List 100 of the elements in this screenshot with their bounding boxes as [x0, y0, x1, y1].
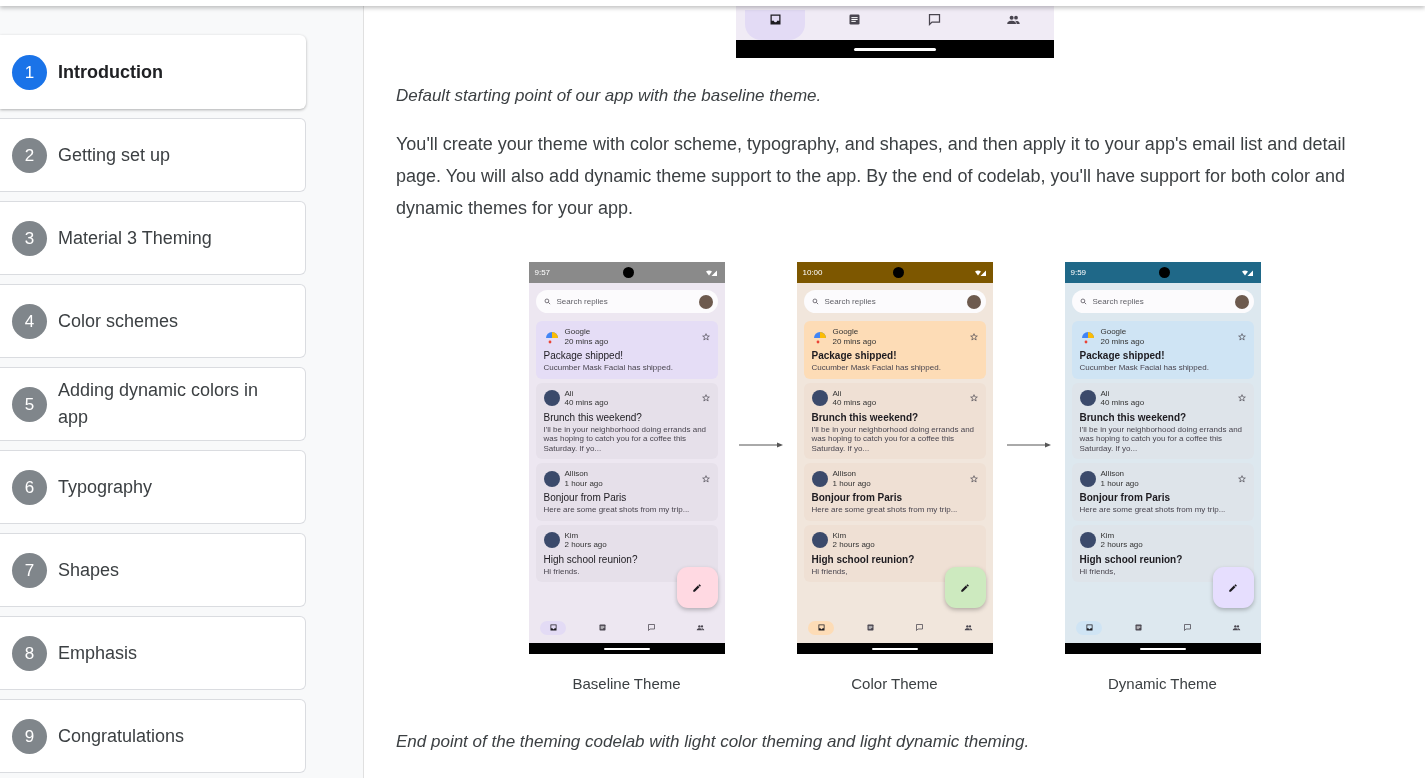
- email-subject: Package shipped!: [1079, 350, 1166, 361]
- step-label: Shapes: [58, 558, 120, 582]
- avatar: [1079, 532, 1096, 548]
- sender-name: Ali: [564, 388, 575, 398]
- star-icon[interactable]: [969, 332, 978, 341]
- step-label: Congratulations: [58, 724, 185, 748]
- email-time: 1 hour ago: [832, 478, 872, 488]
- email-card[interactable]: Ali 40 mins ago Brunch this weekend? I'll be in your neighborhood doing errands and was hoping to catch you for a coffee this Saturday. If yo...: [803, 382, 986, 459]
- chat-icon[interactable]: [926, 12, 942, 27]
- email-subject: Package shipped!: [811, 350, 898, 361]
- email-card[interactable]: Ali 40 mins ago Brunch this weekend? I'll be in your neighborhood doing errands and was hoping to catch you for a coffee this Saturday. If yo...: [1071, 382, 1254, 459]
- email-card[interactable]: Google 20 mins ago Package shipped! Cucumber Mask Facial has shipped.: [535, 321, 718, 379]
- email-card[interactable]: Ali 40 mins ago Brunch this weekend? I'll be in your neighborhood doing errands and was hoping to catch you for a coffee this Saturday. If yo...: [535, 382, 718, 459]
- nav-tab[interactable]: [745, 10, 806, 40]
- pencil-icon: [692, 582, 702, 593]
- star-icon[interactable]: [969, 394, 978, 402]
- sender-name: Ali: [1100, 388, 1111, 398]
- gesture-handle[interactable]: [603, 647, 650, 650]
- email-card[interactable]: Allison 1 hour ago Bonjour from Paris Here are some great shots from my trip...: [1071, 463, 1254, 521]
- step-item[interactable]: 2 Getting set up: [0, 118, 306, 192]
- email-time: 20 mins ago: [832, 336, 878, 346]
- avatar: [543, 532, 560, 548]
- email-subject: Bonjour from Paris: [1079, 492, 1172, 503]
- status-time: 9:57: [534, 268, 551, 277]
- step-number: 7: [12, 552, 47, 588]
- email-preview: Here are some great shots from my trip...: [543, 505, 691, 515]
- avatar[interactable]: [966, 294, 981, 309]
- email-card[interactable]: Allison 1 hour ago Bonjour from Paris Here are some great shots from my trip...: [535, 463, 718, 521]
- step-label: Material 3 Theming: [58, 226, 212, 250]
- gesture-handle[interactable]: [871, 647, 918, 650]
- article-icon[interactable]: [1133, 623, 1143, 632]
- step-item[interactable]: 7 Shapes: [0, 533, 306, 607]
- step-number: 9: [12, 718, 47, 754]
- email-subject: Brunch this weekend?: [811, 411, 920, 423]
- signal-icon: [706, 269, 719, 276]
- email-time: 20 mins ago: [1100, 336, 1146, 346]
- article-icon[interactable]: [865, 623, 875, 632]
- step-item[interactable]: 8 Emphasis: [0, 616, 306, 690]
- email-card[interactable]: Kim 2 hours ago High school reunion? Hi friends.: [535, 524, 718, 582]
- figure-caption: Color Theme: [851, 675, 938, 692]
- people-icon[interactable]: [963, 623, 973, 632]
- email-subject: High school reunion?: [543, 553, 639, 565]
- email-card[interactable]: Allison 1 hour ago Bonjour from Paris Here are some great shots from my trip...: [803, 463, 986, 521]
- article-icon[interactable]: [847, 12, 863, 27]
- article-icon[interactable]: [597, 623, 607, 632]
- signal-icon: [974, 269, 987, 276]
- email-card[interactable]: Google 20 mins ago Package shipped! Cucumber Mask Facial has shipped.: [1071, 321, 1254, 379]
- email-preview: Hi friends.: [543, 566, 581, 576]
- avatar[interactable]: [1234, 294, 1249, 309]
- arrow-icon: [1006, 442, 1051, 448]
- step-item[interactable]: 5 Adding dynamic colors in app: [0, 367, 306, 441]
- sender-name: Allison: [1100, 469, 1126, 479]
- step-item[interactable]: 9 Congratulations: [0, 699, 306, 773]
- avatar: [811, 532, 828, 548]
- search-field[interactable]: Search replies: [535, 290, 718, 313]
- inbox-icon[interactable]: [1084, 623, 1094, 632]
- camera-hole: [893, 267, 904, 278]
- email-card[interactable]: Google 20 mins ago Package shipped! Cucumber Mask Facial has shipped.: [803, 321, 986, 379]
- gesture-handle[interactable]: [853, 47, 936, 51]
- step-label: Emphasis: [58, 641, 138, 665]
- search-field[interactable]: Search replies: [1071, 290, 1254, 313]
- step-item[interactable]: 6 Typography: [0, 450, 306, 524]
- step-item[interactable]: 4 Color schemes: [0, 284, 306, 358]
- star-icon[interactable]: [1237, 332, 1246, 341]
- gesture-handle[interactable]: [1139, 647, 1186, 650]
- inbox-icon[interactable]: [816, 623, 826, 632]
- step-number: 6: [12, 469, 47, 505]
- step-item[interactable]: 3 Material 3 Theming: [0, 201, 306, 275]
- arrow-icon: [738, 442, 783, 448]
- email-time: 20 mins ago: [564, 336, 610, 346]
- people-icon[interactable]: [695, 623, 705, 632]
- chat-icon[interactable]: [646, 623, 656, 632]
- inbox-icon[interactable]: [548, 623, 558, 632]
- status-time: 9:59: [1070, 268, 1087, 277]
- star-icon[interactable]: [701, 332, 710, 341]
- search-field[interactable]: Search replies: [803, 290, 986, 313]
- step-item[interactable]: 1 Introduction: [0, 35, 306, 109]
- camera-hole: [622, 267, 634, 278]
- people-icon[interactable]: [1231, 623, 1241, 632]
- email-card[interactable]: Kim 2 hours ago High school reunion? Hi friends,: [803, 524, 986, 582]
- status-time: 10:00: [802, 268, 823, 277]
- email-preview: Here are some great shots from my trip...: [1079, 505, 1227, 515]
- star-icon[interactable]: [1237, 474, 1246, 483]
- star-icon[interactable]: [701, 394, 710, 402]
- email-preview: Cucumber Mask Facial has shipped.: [543, 363, 674, 373]
- chat-icon[interactable]: [914, 623, 924, 632]
- avatar[interactable]: [698, 294, 713, 309]
- sender-name: Allison: [832, 469, 858, 479]
- star-icon[interactable]: [701, 474, 710, 483]
- star-icon[interactable]: [969, 474, 978, 483]
- star-icon[interactable]: [1237, 394, 1246, 402]
- email-preview: Cucumber Mask Facial has shipped.: [811, 363, 942, 373]
- image-caption: End point of the theming codelab with light color theming and light dynamic theming.: [396, 731, 1031, 753]
- email-time: 1 hour ago: [564, 478, 604, 488]
- avatar: [811, 390, 828, 406]
- step-label: Introduction: [58, 60, 163, 84]
- chat-icon[interactable]: [1182, 623, 1192, 632]
- sender-name: Google: [832, 327, 860, 337]
- sender-name: Kim: [832, 530, 848, 540]
- email-card[interactable]: Kim 2 hours ago High school reunion? Hi friends,: [1071, 524, 1254, 582]
